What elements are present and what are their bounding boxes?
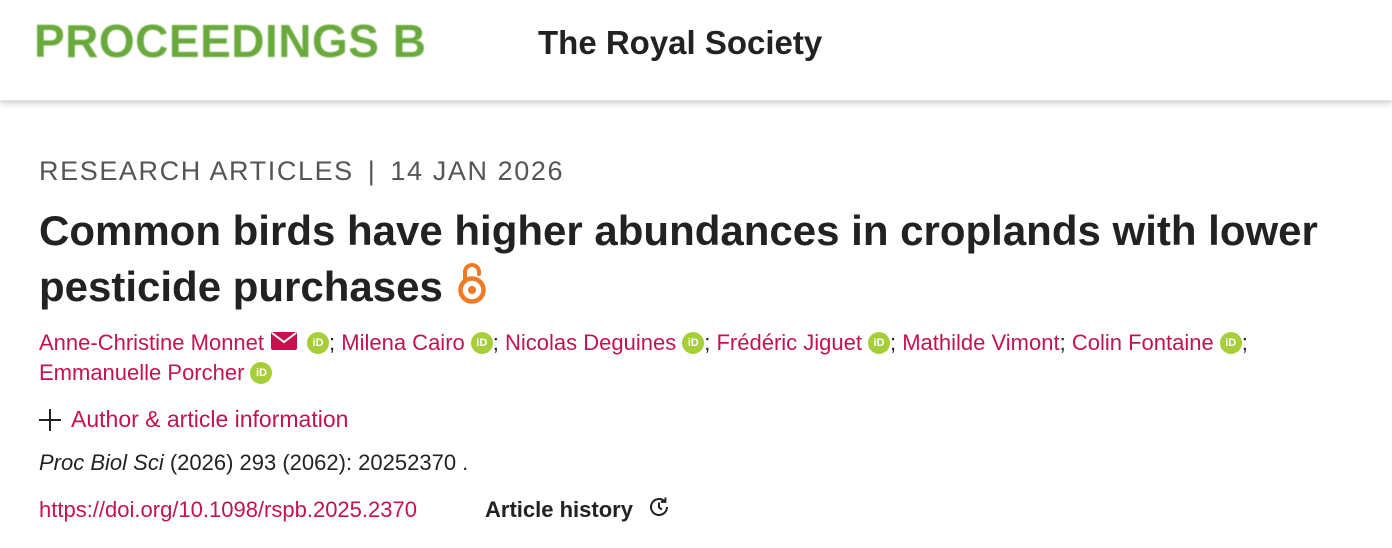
- author-separator: ;: [329, 330, 336, 355]
- author-link[interactable]: Anne-Christine Monnet: [39, 330, 264, 355]
- envelope-icon[interactable]: [271, 328, 298, 358]
- author-link[interactable]: Colin Fontaine: [1072, 330, 1214, 355]
- author-list: Anne-Christine Monnet iD; Milena Cairo iD;…: [39, 328, 1379, 388]
- doi-link[interactable]: https://doi.org/10.1098/rspb.2025.2370: [39, 497, 417, 523]
- article-title-text: Common birds have higher abundances in c…: [39, 207, 1318, 310]
- publication-date: 14 JAN 2026: [390, 156, 565, 186]
- author-link[interactable]: Milena Cairo: [341, 330, 465, 355]
- orcid-icon[interactable]: iD: [250, 362, 273, 384]
- orcid-icon[interactable]: iD: [1219, 332, 1242, 354]
- orcid-icon[interactable]: iD: [307, 332, 330, 354]
- author-separator: ;: [492, 330, 499, 355]
- author-separator: ;: [1241, 330, 1248, 355]
- royal-society-link[interactable]: The Royal Society: [538, 24, 822, 62]
- orcid-icon[interactable]: iD: [682, 332, 705, 354]
- plus-icon: [39, 408, 61, 431]
- meta-separator: |: [367, 156, 377, 186]
- author-separator: ;: [889, 330, 897, 355]
- article-type[interactable]: RESEARCH ARTICLES: [39, 156, 354, 186]
- article-title: Common birds have higher abundances in c…: [39, 203, 1359, 319]
- author-info-toggle[interactable]: Author & article information: [39, 406, 348, 433]
- orcid-icon[interactable]: iD: [867, 332, 890, 354]
- journal-logo[interactable]: PROCEEDINGS B: [34, 14, 426, 68]
- author-info-label: Author & article information: [71, 406, 349, 432]
- author-link[interactable]: Nicolas Deguines: [505, 330, 676, 355]
- open-access-icon: [457, 261, 487, 319]
- article-history-button[interactable]: Article history: [485, 495, 671, 525]
- article-history-label: Article history: [485, 497, 633, 522]
- article-meta: RESEARCH ARTICLES | 14 JAN 2026: [39, 156, 564, 187]
- author-separator: ;: [704, 330, 711, 355]
- citation-journal: Proc Biol Sci: [39, 450, 164, 475]
- citation: Proc Biol Sci (2026) 293 (2062): 2025237…: [39, 450, 468, 476]
- author-link[interactable]: Mathilde Vimont: [902, 330, 1059, 355]
- citation-details: (2026) 293 (2062): 20252370 .: [163, 450, 469, 475]
- site-header: PROCEEDINGS B The Royal Society: [0, 0, 1392, 101]
- author-link[interactable]: Emmanuelle Porcher: [39, 360, 244, 385]
- author-separator: ;: [1059, 330, 1066, 355]
- history-icon: [647, 495, 671, 525]
- orcid-icon[interactable]: iD: [470, 332, 493, 354]
- author-link[interactable]: Frédéric Jiguet: [716, 330, 862, 355]
